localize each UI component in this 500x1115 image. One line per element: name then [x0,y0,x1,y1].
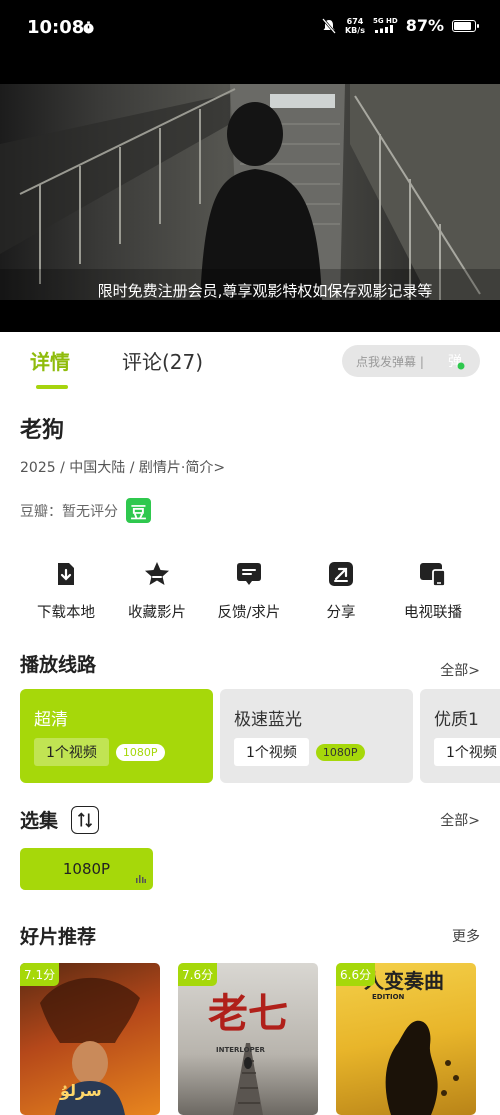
poster-subtitle: EDITION [372,993,405,1001]
tv-cast-icon [420,563,446,587]
recommend-card[interactable]: 7.1分 سرلۇ [20,963,160,1115]
danmaku-placeholder: 点我发弹幕 | [356,354,424,369]
route-name: 优质1 [434,710,479,730]
playing-indicator-icon [136,875,146,883]
tab-comments[interactable]: 评论(27) [122,346,203,375]
episodes-more-link[interactable]: 全部> [440,810,480,830]
mute-bell-icon [322,17,336,34]
poster-subtitle: INTERLOPER [216,1046,265,1054]
download-icon [58,563,74,585]
share-icon [329,562,353,586]
routes-title: 播放线路 [20,654,97,676]
video-player[interactable]: 限时免费注册会员,尊享观影特权如保存观影记录等 [0,52,500,332]
route-name: 极速蓝光 [234,710,302,730]
danmaku-input[interactable]: 点我发弹幕 | 弹 [342,345,480,377]
route-video-count: 1个视频 [234,738,309,766]
tv-cast-button[interactable]: 电视联播 [388,560,478,622]
poster-title: 人变奏曲 [364,969,444,993]
action-label: 反馈/求片 [217,605,281,621]
recommend-card[interactable]: 6.6分 人变奏曲 EDITION [336,963,476,1115]
action-label: 电视联播 [404,605,462,621]
battery-percent: 87% [405,16,444,35]
status-bar: 10:08 674 KB/s 5G HD 87% [0,0,500,52]
routes-list: 超清 1个视频 1080P 极速蓝光 1个视频 1080P 优质1 1个视频 [20,689,500,783]
share-button[interactable]: 分享 [296,560,386,622]
route-card[interactable]: 超清 1个视频 1080P [20,689,213,783]
route-quality-badge: 1080P [115,743,165,761]
rec-score-badge: 7.6分 [178,963,218,986]
feedback-icon [237,563,261,585]
poster-title: 老七 [208,990,288,1037]
video-frame [0,84,500,300]
feedback-button[interactable]: 反馈/求片 [204,560,294,622]
rating-label: 豆瓣：暂无评分 [20,503,118,520]
tab-detail[interactable]: 详情 [30,346,70,389]
movie-title: 老狗 [20,418,65,443]
battery-icon [452,19,479,32]
route-video-count: 1个视频 [34,738,109,766]
douban-icon: 豆 [126,498,151,523]
poster-title: سرلۇ [60,1081,102,1100]
episode-label: 1080P [62,860,111,878]
status-right: 674 KB/s 5G HD 87% [321,16,479,35]
recommend-title: 好片推荐 [20,926,97,948]
rec-score-badge: 7.1分 [20,963,60,986]
download-button[interactable]: 下载本地 [21,560,111,622]
route-card[interactable]: 优质1 1个视频 [420,689,500,783]
favorite-button[interactable]: 收藏影片 [112,560,202,622]
action-label: 下载本地 [37,605,95,621]
signal-indicator: 5G HD [373,17,398,35]
episode-button[interactable]: 1080P [20,848,153,890]
routes-more-link[interactable]: 全部> [440,660,480,680]
route-quality-badge: 1080P [315,743,365,761]
douban-rating: 豆瓣：暂无评分 豆 [20,498,151,523]
action-label: 收藏影片 [128,605,186,621]
action-row: 下载本地 收藏影片 反馈/求片 分享 电视联播 [0,560,500,630]
rec-score-badge: 6.6分 [336,963,376,986]
network-speed: 674 KB/s [344,16,365,35]
status-time: 10:08 [27,17,85,38]
route-name: 超清 [34,710,68,730]
route-card[interactable]: 极速蓝光 1个视频 1080P [220,689,413,783]
timer-icon [83,21,94,34]
danmaku-toggle-icon[interactable]: 弹 [446,351,466,371]
episodes-title: 选集 [20,810,59,832]
recommend-card[interactable]: 7.6分 老七 INTERLOPER [178,963,318,1115]
action-label: 分享 [326,605,356,621]
video-subtitle: 限时免费注册会员,尊享观影特权如保存观影记录等 [97,282,433,300]
detail-tabs: 详情 评论(27) 点我发弹幕 | 弹 [0,332,500,392]
recommend-more-link[interactable]: 更多 [452,926,480,946]
route-video-count: 1个视频 [434,738,500,766]
sort-order-icon[interactable] [71,806,99,834]
signal-icon [375,24,394,33]
star-icon [145,562,169,585]
movie-meta[interactable]: 2025 / 中国大陆 / 剧情片·简介> [20,457,225,477]
